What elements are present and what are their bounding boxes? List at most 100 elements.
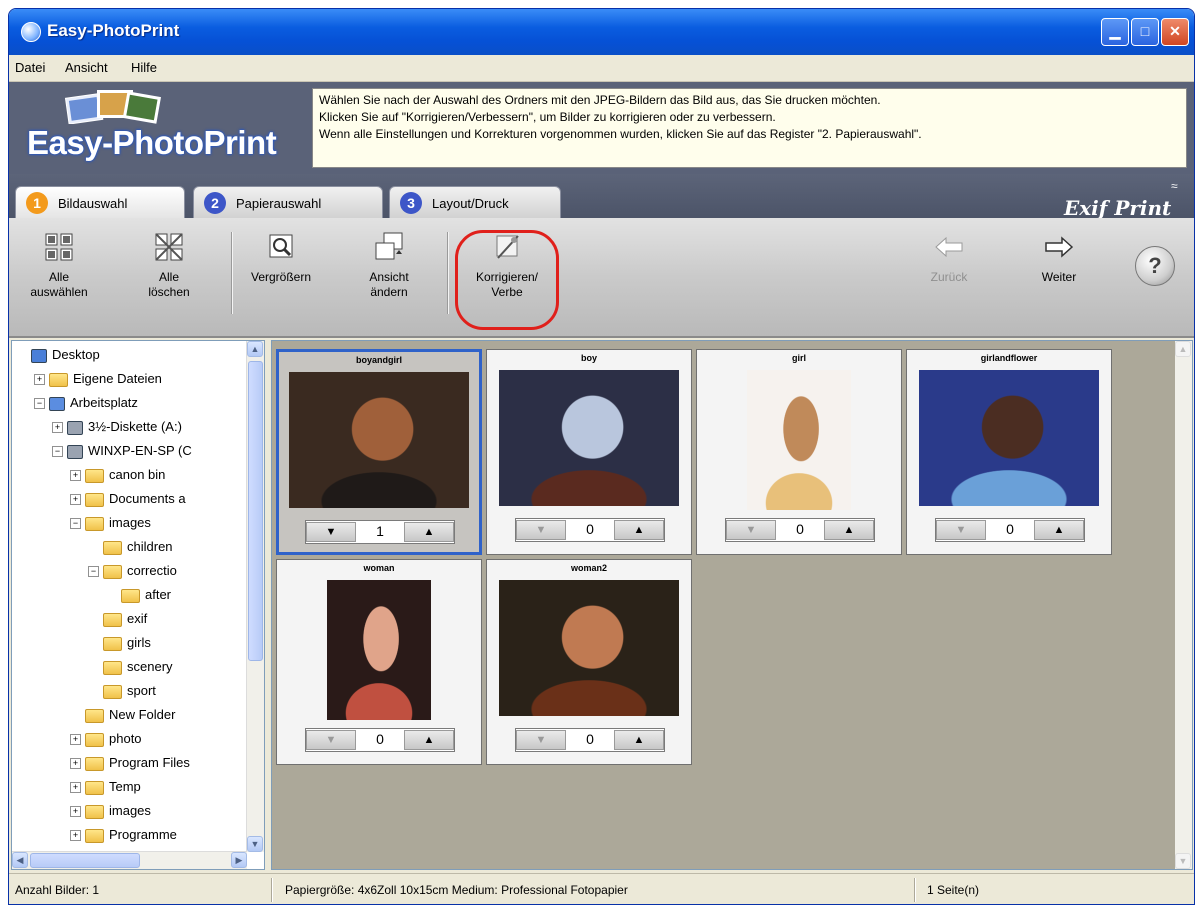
photo-thumbnail[interactable]: girl ▼ 0 ▲ [696, 349, 902, 555]
back-button[interactable]: Zurück [909, 230, 989, 320]
clear-all-button[interactable]: Alle löschen [129, 230, 209, 320]
increase-copies-button[interactable]: ▲ [404, 522, 454, 542]
increase-copies-button[interactable]: ▲ [1034, 520, 1084, 540]
tree-item[interactable]: New Folder [70, 705, 175, 727]
tree-item[interactable]: + Program Files [70, 753, 190, 775]
clear-all-icon [155, 233, 183, 261]
photo-thumbnail[interactable]: boyandgirl ▼ 1 ▲ [276, 349, 482, 555]
photo-thumbnail[interactable]: boy ▼ 0 ▲ [486, 349, 692, 555]
collapse-icon[interactable]: − [52, 446, 63, 458]
minimize-button[interactable]: ▁ [1101, 18, 1129, 46]
increase-copies-button[interactable]: ▲ [404, 730, 454, 750]
expand-icon[interactable]: + [70, 830, 81, 842]
scroll-up-button[interactable]: ▲ [1175, 341, 1191, 357]
tree-vertical-scrollbar[interactable]: ▲ ▼ [246, 341, 264, 852]
photo-name: woman2 [570, 563, 607, 573]
tab-bildauswahl[interactable]: 1 Bildauswahl [15, 186, 185, 220]
photo-thumbnail[interactable]: girlandflower ▼ 0 ▲ [906, 349, 1112, 555]
scroll-down-button[interactable]: ▼ [1175, 853, 1191, 869]
decrease-copies-button[interactable]: ▼ [936, 520, 986, 540]
tree-item[interactable]: − correctio [88, 561, 177, 583]
expand-icon[interactable]: + [70, 806, 81, 818]
tree-item[interactable]: Desktop [16, 345, 100, 367]
folder-tree: Desktop + Eigene Dateien − Arbeitsplatz +3½-D… [11, 340, 265, 870]
tree-item-label: photo [109, 731, 142, 746]
tree-item[interactable]: + images [70, 801, 151, 823]
photo-image [499, 370, 679, 506]
increase-copies-button[interactable]: ▲ [614, 520, 664, 540]
menu-hilfe[interactable]: Hilfe [131, 60, 157, 75]
folder-icon [121, 588, 140, 603]
tree-item[interactable]: +3½-Diskette (A:) [52, 417, 182, 439]
menu-ansicht[interactable]: Ansicht [65, 60, 108, 75]
expand-icon[interactable]: + [52, 422, 63, 434]
status-divider [271, 878, 273, 902]
tab-papierauswahl[interactable]: 2 Papierauswahl [193, 186, 383, 219]
collapse-icon[interactable]: − [70, 518, 81, 530]
photo-name: girlandflower [980, 353, 1038, 363]
clear-all-label: Alle [158, 270, 179, 284]
header-banner: Easy-PhotoPrint Wählen Sie nach der Ausw… [9, 82, 1194, 174]
tree-horizontal-scrollbar[interactable]: ◀ ▶ [12, 851, 247, 869]
folder-icon [103, 660, 122, 675]
increase-copies-button[interactable]: ▲ [824, 520, 874, 540]
scrollbar-thumb[interactable] [30, 853, 140, 868]
tree-item[interactable]: + photo [70, 729, 142, 751]
tree-item[interactable]: exif [88, 609, 147, 631]
expand-icon[interactable]: + [70, 734, 81, 746]
scrollbar-thumb[interactable] [248, 361, 263, 661]
gallery-vertical-scrollbar[interactable]: ▲ ▼ [1175, 341, 1192, 869]
menu-datei[interactable]: Datei [15, 60, 45, 75]
change-view-button[interactable]: Ansicht ändern [349, 230, 429, 320]
decrease-copies-button[interactable]: ▼ [726, 520, 776, 540]
collapse-icon[interactable]: ≈ [1171, 179, 1178, 193]
title-bar[interactable]: Easy-PhotoPrint ▁ □ ✕ [9, 9, 1194, 55]
menu-bar: Datei Ansicht Hilfe [9, 55, 1194, 82]
arrow-left-icon [935, 236, 963, 258]
tree-item[interactable]: children [88, 537, 173, 559]
collapse-icon[interactable]: − [34, 398, 45, 410]
tree-item[interactable]: + Documents a [70, 489, 186, 511]
help-button[interactable]: ? [1135, 246, 1175, 286]
instruction-line: Wählen Sie nach der Auswahl des Ordners … [319, 93, 881, 107]
tree-item[interactable]: scenery [88, 657, 173, 679]
photo-thumbnail[interactable]: woman ▼ 0 ▲ [276, 559, 482, 765]
app-logo: Easy-PhotoPrint [15, 86, 305, 170]
next-button[interactable]: Weiter [1019, 230, 1099, 320]
scroll-up-button[interactable]: ▲ [247, 341, 263, 357]
tree-item[interactable]: − WINXP-EN-SP (C [52, 441, 192, 463]
tree-item[interactable]: sport [88, 681, 156, 703]
select-all-button[interactable]: Alle auswählen [19, 230, 99, 320]
increase-copies-button[interactable]: ▲ [614, 730, 664, 750]
tree-item[interactable]: + Eigene Dateien [34, 369, 162, 391]
expand-icon[interactable]: + [70, 494, 81, 506]
collapse-icon[interactable]: − [88, 566, 99, 578]
tree-item[interactable]: after [106, 585, 171, 607]
photo-thumbnail[interactable]: woman2 ▼ 0 ▲ [486, 559, 692, 765]
tree-item[interactable]: + Temp [70, 777, 141, 799]
tree-item[interactable]: + Programme [70, 825, 177, 847]
select-all-label: auswählen [30, 285, 88, 299]
scroll-left-button[interactable]: ◀ [12, 852, 28, 868]
tree-item[interactable]: + canon bin [70, 465, 165, 487]
decrease-copies-button[interactable]: ▼ [306, 730, 356, 750]
close-button[interactable]: ✕ [1161, 18, 1189, 46]
decrease-copies-button[interactable]: ▼ [516, 520, 566, 540]
tree-item-label: girls [127, 635, 151, 650]
decrease-copies-button[interactable]: ▼ [306, 522, 356, 542]
tree-item[interactable]: − images [70, 513, 151, 535]
tree-item[interactable]: − Arbeitsplatz [34, 393, 138, 415]
expand-icon[interactable]: + [70, 758, 81, 770]
expand-icon[interactable]: + [70, 782, 81, 794]
zoom-button[interactable]: Vergrößern [241, 230, 321, 320]
decrease-copies-button[interactable]: ▼ [516, 730, 566, 750]
tab-strip: 1 Bildauswahl 2 Papierauswahl 3 Layout/D… [9, 174, 1194, 220]
back-label: Zurück [930, 270, 968, 284]
scroll-right-button[interactable]: ▶ [231, 852, 247, 868]
tab-layout-druck[interactable]: 3 Layout/Druck [389, 186, 561, 219]
maximize-button[interactable]: □ [1131, 18, 1159, 46]
expand-icon[interactable]: + [34, 374, 45, 386]
expand-icon[interactable]: + [70, 470, 81, 482]
scroll-down-button[interactable]: ▼ [247, 836, 263, 852]
tree-item[interactable]: girls [88, 633, 151, 655]
